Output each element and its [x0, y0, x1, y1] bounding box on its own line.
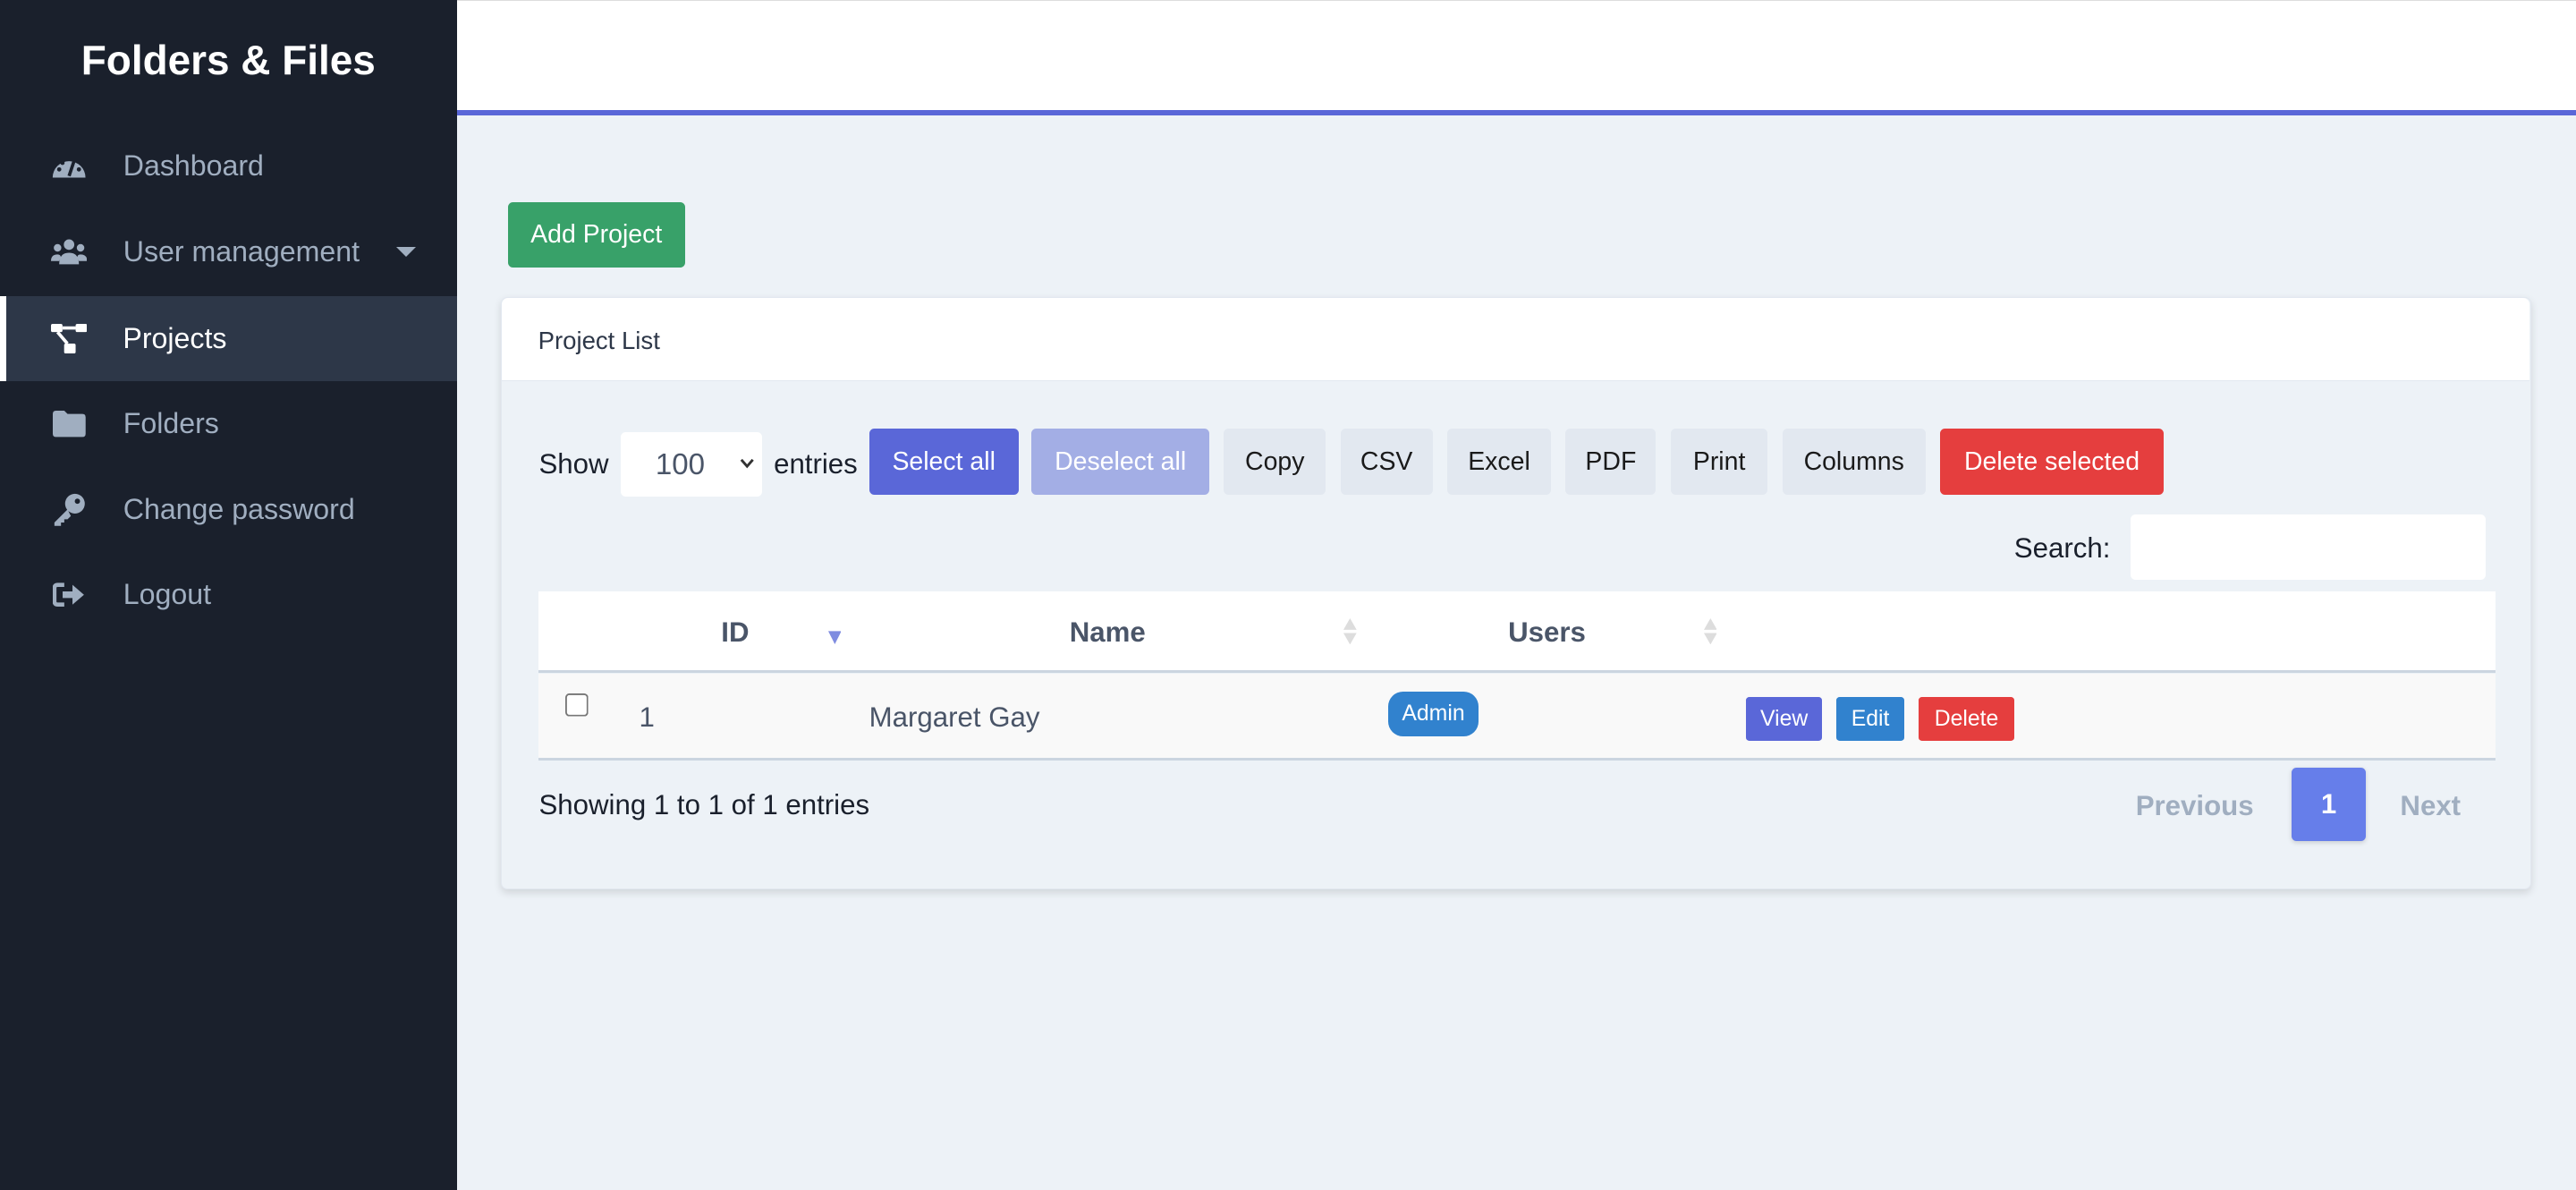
show-label: Show — [538, 448, 609, 480]
copy-button[interactable]: Copy — [1224, 429, 1326, 495]
table-info: Showing 1 to 1 of 1 entries — [538, 788, 870, 820]
search-label: Search: — [2013, 532, 2111, 565]
entries-select[interactable]: 100 — [621, 432, 763, 497]
column-header-id[interactable]: ID — [721, 616, 749, 649]
sidebar-item-label: Dashboard — [123, 149, 264, 182]
top-bar-accent — [456, 110, 2576, 115]
row-id: 1 — [639, 701, 655, 734]
sidebar-item-projects[interactable]: Projects — [0, 295, 457, 382]
key-icon — [51, 493, 87, 526]
columns-button[interactable]: Columns — [1782, 429, 1926, 495]
print-button[interactable]: Print — [1670, 429, 1768, 495]
sidebar: Folders & Files Dashboard User managemen… — [0, 0, 457, 1190]
app-title: Folders & Files — [80, 37, 376, 84]
top-bar — [456, 0, 2576, 111]
sidebar-item-user-management[interactable]: User management — [0, 208, 457, 294]
card-header: Project List — [502, 298, 2529, 382]
pdf-button[interactable]: PDF — [1565, 429, 1657, 495]
add-project-button[interactable]: Add Project — [507, 201, 685, 268]
sidebar-item-label: User management — [123, 234, 360, 268]
table-row — [538, 674, 2496, 761]
view-button[interactable]: View — [1746, 696, 1822, 742]
sidebar-item-label: Change password — [123, 492, 355, 525]
sort-both-icon[interactable] — [1343, 617, 1358, 644]
sidebar-item-label: Logout — [123, 578, 212, 611]
delete-selected-button[interactable]: Delete selected — [1940, 429, 2164, 495]
tachometer-icon — [51, 149, 87, 183]
card-title: Project List — [538, 326, 660, 354]
sidebar-item-label: Projects — [123, 321, 227, 354]
folder-icon — [51, 408, 87, 441]
chevron-down-icon — [740, 459, 754, 469]
entries-value: 100 — [655, 448, 705, 482]
row-checkbox[interactable] — [564, 693, 589, 717]
pagination-page-1[interactable]: 1 — [2292, 767, 2366, 842]
pagination-previous[interactable]: Previous — [2136, 790, 2254, 822]
sign-out-icon — [51, 579, 87, 612]
deselect-all-button[interactable]: Deselect all — [1031, 429, 1209, 495]
users-icon — [50, 235, 88, 268]
sidebar-item-label: Folders — [123, 407, 219, 440]
row-name: Margaret Gay — [869, 701, 1040, 734]
edit-button[interactable]: Edit — [1836, 696, 1904, 742]
search-input[interactable] — [2131, 514, 2486, 581]
project-diagram-icon — [50, 322, 87, 355]
caret-down-icon — [395, 246, 416, 257]
sidebar-item-dashboard[interactable]: Dashboard — [0, 123, 457, 209]
table-header: ID Name Users — [538, 591, 2496, 674]
column-header-users[interactable]: Users — [1508, 616, 1586, 649]
entries-label: entries — [774, 448, 858, 480]
sort-desc-icon[interactable] — [827, 625, 842, 650]
user-badge: Admin — [1388, 692, 1479, 736]
excel-button[interactable]: Excel — [1447, 429, 1551, 495]
sort-both-icon[interactable] — [1703, 617, 1717, 644]
sidebar-item-folders[interactable]: Folders — [0, 381, 457, 467]
csv-button[interactable]: CSV — [1340, 429, 1433, 495]
sidebar-item-logout[interactable]: Logout — [0, 552, 457, 638]
column-header-name[interactable]: Name — [1070, 616, 1146, 649]
sidebar-item-change-password[interactable]: Change password — [0, 467, 457, 553]
pagination-next[interactable]: Next — [2400, 790, 2461, 822]
select-all-button[interactable]: Select all — [869, 429, 1019, 495]
delete-button[interactable]: Delete — [1919, 696, 2014, 742]
